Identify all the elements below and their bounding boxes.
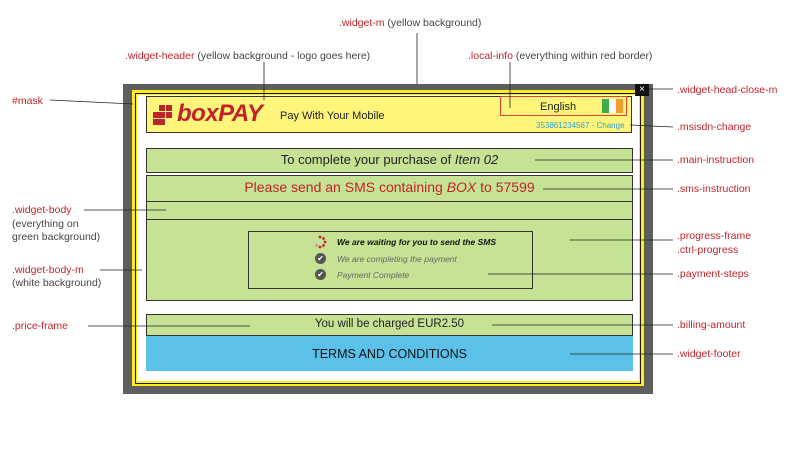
leader-lines	[49, 33, 674, 355]
label-close-m: .widget-head-close-m	[677, 84, 778, 96]
label-widget-body-note: (everything on green background)	[12, 218, 101, 243]
label-ctrl-progress: .ctrl-progress	[677, 244, 739, 256]
label-price-frame: .price-frame	[12, 320, 69, 332]
label-widget-header: .widget-header (yellow background - logo…	[125, 50, 371, 62]
label-mask: #mask	[12, 95, 43, 107]
leader-msisdn	[629, 124, 674, 128]
label-widget-m: .widget-m (yellow background)	[339, 17, 482, 29]
label-sms-instruction: .sms-instruction	[677, 183, 751, 195]
label-payment-steps: .payment-steps	[677, 268, 749, 280]
label-widget-body-m: .widget-body-m	[12, 264, 84, 276]
label-local-info: .local-info (everything within red borde…	[468, 50, 653, 62]
label-widget-footer: .widget-footer	[677, 348, 741, 360]
label-widget-body-m-note: (white background)	[12, 277, 102, 289]
label-progress-frame: .progress-frame	[677, 230, 752, 242]
label-widget-body: .widget-body	[12, 204, 72, 216]
label-msisdn-change: .msisdn-change	[677, 121, 752, 133]
label-main-instruction: .main-instruction	[677, 154, 755, 166]
leader-mask	[49, 99, 134, 105]
label-billing-amount: .billing-amount	[677, 319, 746, 331]
